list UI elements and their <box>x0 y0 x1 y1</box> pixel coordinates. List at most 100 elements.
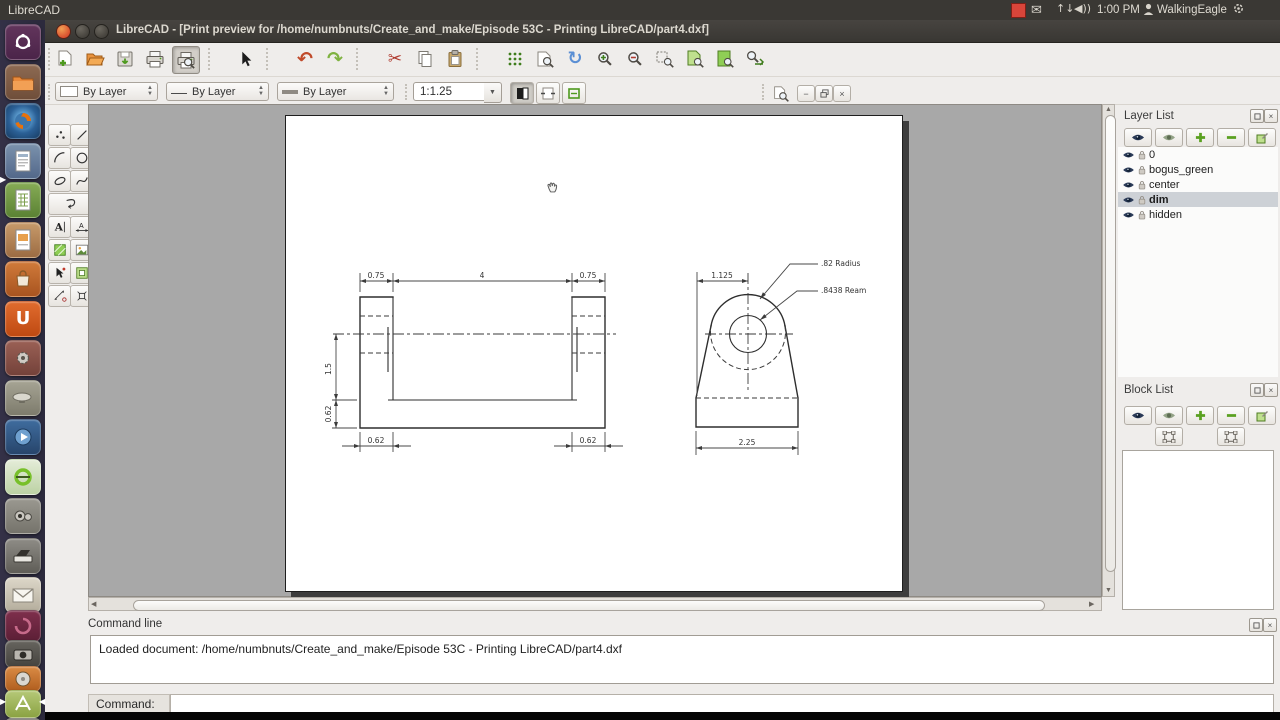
pen-color-combo[interactable]: By Layer ▲▼ <box>55 82 158 101</box>
launcher-mail-client[interactable] <box>5 577 41 613</box>
redraw-button[interactable]: ↻ <box>562 46 588 72</box>
window-minimize-button[interactable] <box>75 24 90 39</box>
layer-lock-icon[interactable] <box>1138 150 1146 160</box>
launcher-firefox[interactable] <box>5 103 41 139</box>
zoom-document-button[interactable] <box>532 46 558 72</box>
toolbar-handle[interactable] <box>476 48 480 70</box>
scroll-up-arrow[interactable]: ▲ <box>1105 106 1112 113</box>
hide-all-layers-button[interactable] <box>1155 128 1183 147</box>
black-white-toggle-button[interactable] <box>510 82 534 104</box>
add-layer-button[interactable] <box>1186 128 1214 147</box>
show-all-blocks-button[interactable] <box>1124 406 1152 425</box>
print-scale-dropdown-button[interactable]: ▼ <box>484 82 502 103</box>
launcher-disc-burner[interactable] <box>5 666 41 692</box>
session-username[interactable]: WalkingEagle <box>1157 4 1227 16</box>
edit-block-button[interactable] <box>1248 406 1276 425</box>
launcher-game[interactable] <box>5 380 41 416</box>
fit-to-paper-button[interactable] <box>536 82 560 104</box>
launcher-ubuntu-one[interactable]: U <box>5 301 41 337</box>
new-drawing-button[interactable] <box>52 46 78 72</box>
layer-row-dim[interactable]: dim <box>1118 192 1278 207</box>
pen-width-combo[interactable]: By Layer ▲▼ <box>166 82 269 101</box>
command-history[interactable]: Loaded document: /home/numbnuts/Create_a… <box>90 635 1274 684</box>
clock[interactable]: 1:00 PM <box>1097 4 1140 16</box>
hscroll-thumb[interactable] <box>133 600 1045 611</box>
tool-measure-button[interactable] <box>48 285 71 307</box>
edit-layer-button[interactable] <box>1248 128 1276 147</box>
scroll-left-arrow[interactable]: ◀ <box>91 600 96 608</box>
vscroll-thumb[interactable] <box>1105 115 1116 572</box>
show-all-layers-button[interactable] <box>1124 128 1152 147</box>
save-drawing-button[interactable] <box>112 46 138 72</box>
zoom-window-button[interactable] <box>682 46 708 72</box>
copy-button[interactable] <box>412 46 438 72</box>
selection-pointer-button[interactable] <box>232 46 258 72</box>
launcher-librecad[interactable] <box>5 690 41 718</box>
launcher-media-player[interactable] <box>5 419 41 455</box>
network-arrows-icon[interactable]: ↑↓ <box>1056 3 1074 15</box>
print-button[interactable] <box>142 46 168 72</box>
zoom-pan-button[interactable] <box>742 46 768 72</box>
undo-button[interactable]: ↶ <box>292 46 318 72</box>
command-dock-close-button[interactable]: × <box>1263 618 1277 632</box>
mdi-close-button[interactable]: × <box>833 85 851 102</box>
block-panel-close-button[interactable]: × <box>1264 383 1278 397</box>
toolbar-handle[interactable] <box>405 84 409 100</box>
hide-all-blocks-button[interactable] <box>1155 406 1183 425</box>
launcher-cheese-webcam[interactable] <box>5 498 41 534</box>
layer-visibility-eye-icon[interactable] <box>1122 211 1135 219</box>
launcher-files[interactable] <box>5 64 41 100</box>
create-block-button[interactable] <box>1155 427 1183 446</box>
pen-linetype-combo[interactable]: By Layer ▲▼ <box>277 82 394 101</box>
zoom-auto-button[interactable] <box>652 46 678 72</box>
launcher-camera[interactable] <box>5 640 41 668</box>
layer-row-center[interactable]: center <box>1118 177 1278 192</box>
launcher-gimp[interactable] <box>5 610 41 642</box>
toolbar-handle[interactable] <box>208 48 212 70</box>
launcher-libreoffice-impress[interactable] <box>5 222 41 258</box>
toolbar-handle[interactable] <box>48 84 52 100</box>
zoom-out-button[interactable] <box>622 46 648 72</box>
toolbar-handle[interactable] <box>762 84 766 100</box>
paste-button[interactable] <box>442 46 468 72</box>
add-block-button[interactable] <box>1186 406 1214 425</box>
command-dock-float-button[interactable] <box>1249 618 1263 632</box>
command-input[interactable] <box>170 694 1274 713</box>
layer-visibility-eye-icon[interactable] <box>1122 181 1135 189</box>
window-maximize-button[interactable] <box>94 24 109 39</box>
layer-visibility-eye-icon[interactable] <box>1122 166 1135 174</box>
fixed-scale-button[interactable] <box>562 82 586 104</box>
layer-panel-close-button[interactable]: × <box>1264 109 1278 123</box>
tool-arc-button[interactable] <box>48 147 71 169</box>
zoom-page-button[interactable] <box>712 46 738 72</box>
open-drawing-button[interactable] <box>82 46 108 72</box>
zoom-in-button[interactable] <box>592 46 618 72</box>
canvas-vertical-scrollbar[interactable]: ▲ ▼ <box>1102 104 1115 597</box>
mdi-minimize-button[interactable]: − <box>797 85 815 102</box>
session-gear-icon[interactable] <box>1232 2 1245 18</box>
tool-hatch-button[interactable] <box>48 239 71 261</box>
mdi-restore-button[interactable] <box>815 85 833 102</box>
mail-icon[interactable]: ✉ <box>1031 2 1042 17</box>
launcher-openshot[interactable] <box>5 459 41 495</box>
appmenu-label[interactable]: LibreCAD <box>8 3 60 17</box>
window-close-button[interactable] <box>56 24 71 39</box>
layer-row-bogus-green[interactable]: bogus_green <box>1118 162 1278 177</box>
launcher-libreoffice-writer[interactable] <box>5 143 41 179</box>
remove-layer-button[interactable] <box>1217 128 1245 147</box>
print-scale-combo[interactable]: 1:1.25 <box>413 82 485 101</box>
print-preview-button[interactable] <box>172 46 200 74</box>
insert-block-button[interactable] <box>1217 427 1245 446</box>
launcher-ubuntu-software-center[interactable] <box>5 261 41 297</box>
launcher-simple-scan[interactable] <box>5 538 41 574</box>
scroll-right-arrow[interactable]: ▶ <box>1089 600 1094 608</box>
layer-lock-icon[interactable] <box>1138 195 1146 205</box>
layer-visibility-eye-icon[interactable] <box>1122 151 1135 159</box>
layer-panel-float-button[interactable] <box>1250 109 1264 123</box>
layer-lock-icon[interactable] <box>1138 210 1146 220</box>
block-panel-float-button[interactable] <box>1250 383 1264 397</box>
canvas-horizontal-scrollbar[interactable]: ◀ ▶ <box>88 597 1102 611</box>
layer-lock-icon[interactable] <box>1138 165 1146 175</box>
remove-block-button[interactable] <box>1217 406 1245 425</box>
layer-row-hidden[interactable]: hidden <box>1118 207 1278 222</box>
